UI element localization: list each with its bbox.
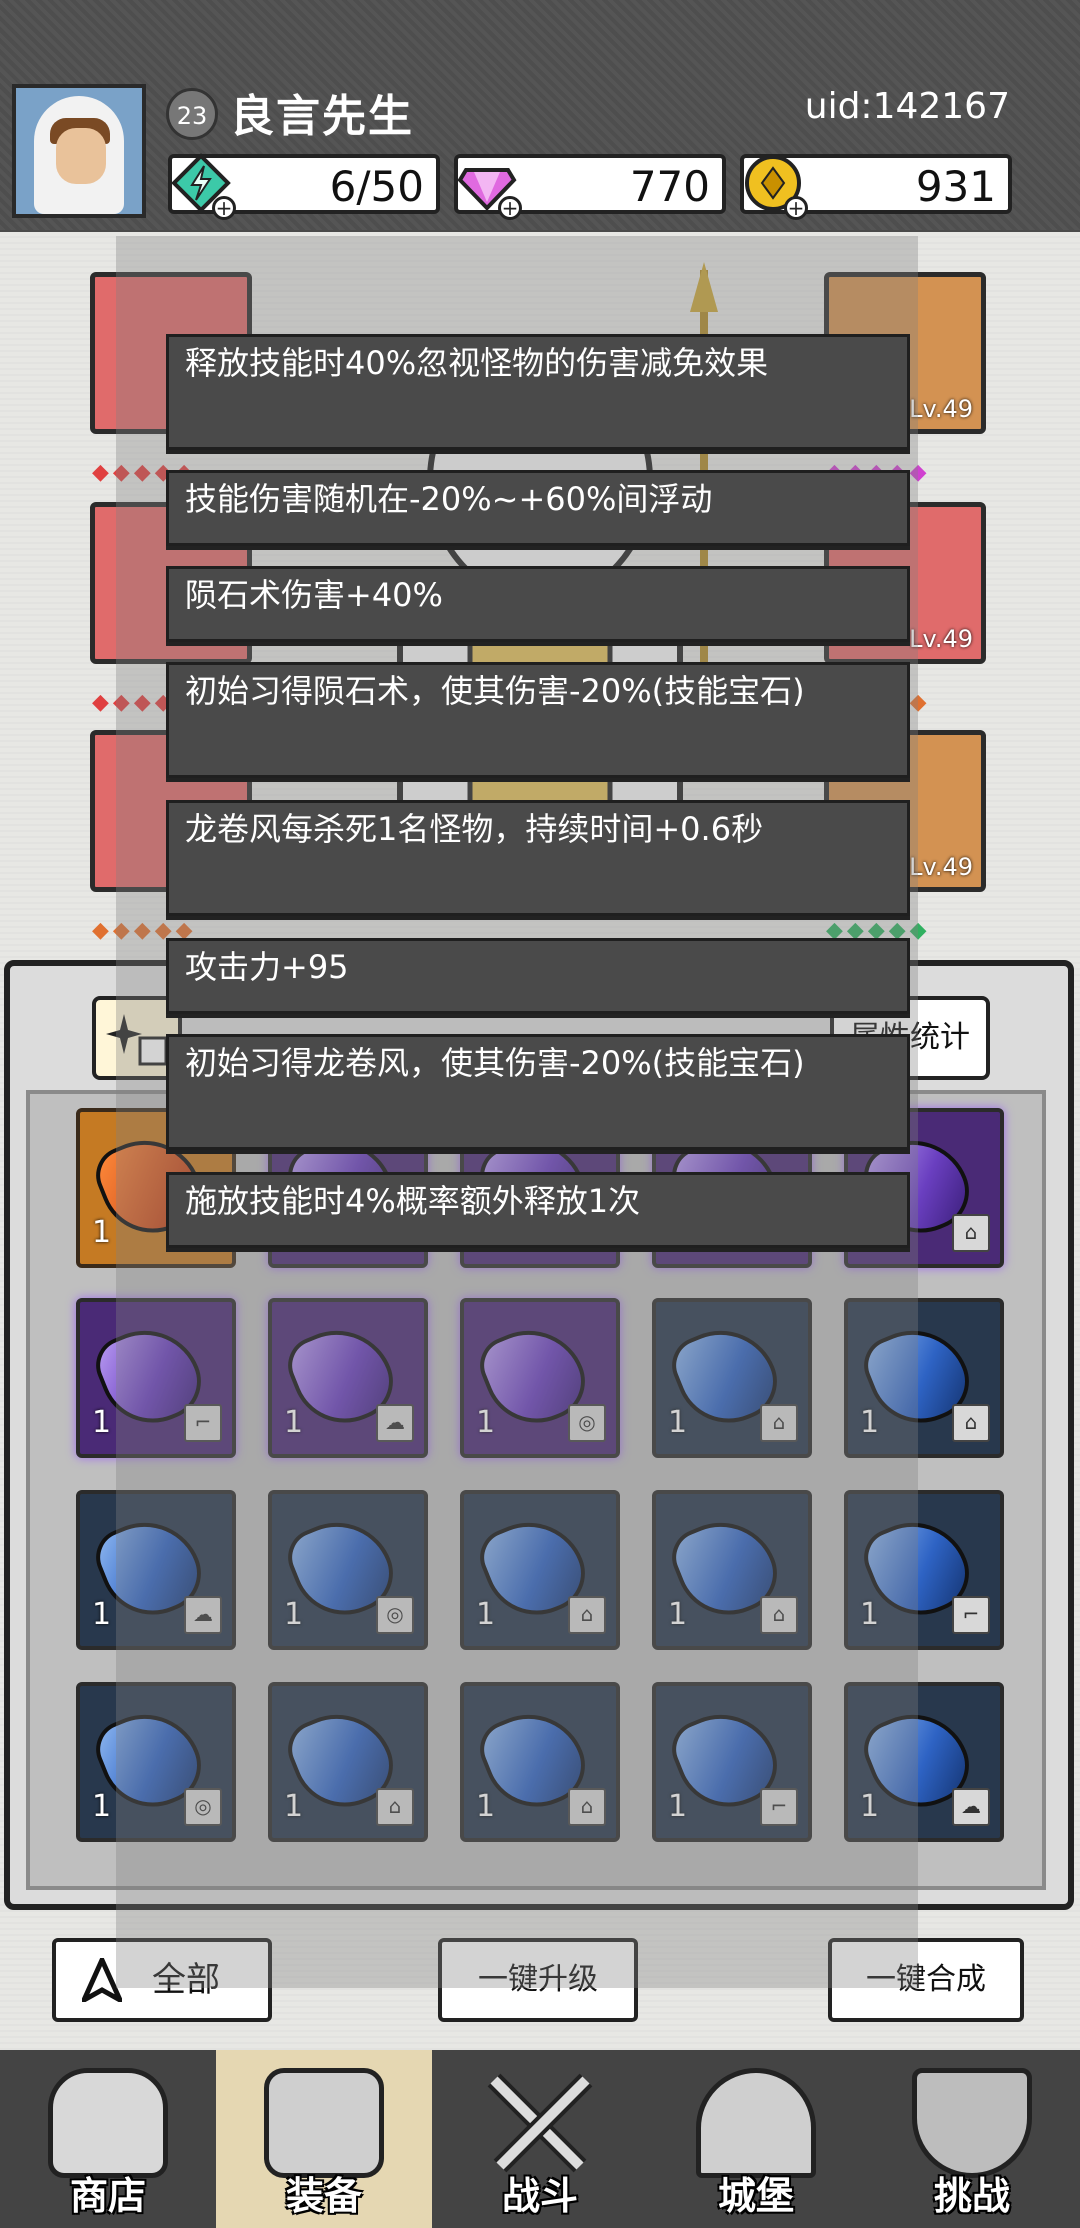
player-name: 良言先生 <box>230 91 414 142</box>
tooltip-line: 施放技能时4%概率额外释放1次 <box>166 1172 910 1248</box>
tooltip-line: 陨石术伤害+40% <box>166 566 910 642</box>
player-uid: uid:142167 <box>804 86 1010 127</box>
gold-value: 931 <box>915 162 996 211</box>
gem-slot-type-icon: ⌂ <box>952 1214 990 1252</box>
gold-counter[interactable]: + 931 <box>740 154 1012 220</box>
stamina-counter[interactable]: + 6/50 <box>168 153 440 220</box>
nav-shop-label: 商店 <box>69 2174 146 2218</box>
nav-challenge-label: 挑战 <box>933 2174 1010 2218</box>
gems-value: 770 <box>629 162 710 211</box>
gem-slot-type-icon: ⌂ <box>952 1404 990 1442</box>
tooltip-line: 释放技能时40%忽视怪物的伤害减免效果 <box>166 334 910 450</box>
add-gold-icon[interactable]: + <box>784 196 808 220</box>
castle-tower-icon <box>696 2068 816 2178</box>
nav-shop[interactable]: 商店 <box>0 2050 216 2228</box>
stamina-value: 6/50 <box>329 162 424 211</box>
nav-castle-label: 城堡 <box>717 2174 794 2218</box>
slot-level: Lv.49 <box>909 395 973 423</box>
gem-counter[interactable]: + 770 <box>454 154 726 220</box>
nav-battle-label: 战斗 <box>501 2174 578 2218</box>
backpack-icon <box>264 2068 384 2178</box>
tooltip-line: 攻击力+95 <box>166 938 910 1014</box>
nav-equipment[interactable]: 装备 <box>216 2050 432 2228</box>
slot-level: Lv.49 <box>909 625 973 653</box>
tooltip-line: 初始习得龙卷风，使其伤害-20%(技能宝石) <box>166 1034 910 1150</box>
tooltip-line: 初始习得陨石术，使其伤害-20%(技能宝石) <box>166 662 910 778</box>
add-stamina-icon[interactable]: + <box>212 196 236 220</box>
player-level-badge: 23 <box>166 88 218 140</box>
gem-slot-type-icon: ⌐ <box>952 1596 990 1634</box>
gem-slot-type-icon: ☁ <box>952 1788 990 1826</box>
nav-battle[interactable]: 战斗 <box>432 2050 648 2228</box>
tooltip-line: 龙卷风每杀死1名怪物，持续时间+0.6秒 <box>166 800 910 916</box>
player-avatar[interactable] <box>12 84 146 218</box>
crossed-swords-icon <box>487 2073 593 2173</box>
nav-equipment-label: 装备 <box>285 2174 362 2218</box>
nav-castle[interactable]: 城堡 <box>648 2050 864 2228</box>
slot-level: Lv.49 <box>909 853 973 881</box>
nav-challenge[interactable]: 挑战 <box>864 2050 1080 2228</box>
gem-count: 1 <box>92 1789 112 1824</box>
gem-count: 1 <box>92 1405 112 1440</box>
shop-house-icon <box>48 2068 168 2178</box>
gem-count: 1 <box>92 1597 112 1632</box>
add-gems-icon[interactable]: + <box>498 196 522 220</box>
tooltip-line: 技能伤害随机在-20%~+60%间浮动 <box>166 470 910 546</box>
shield-icon <box>912 2068 1032 2178</box>
gem-count: 1 <box>92 1215 112 1250</box>
